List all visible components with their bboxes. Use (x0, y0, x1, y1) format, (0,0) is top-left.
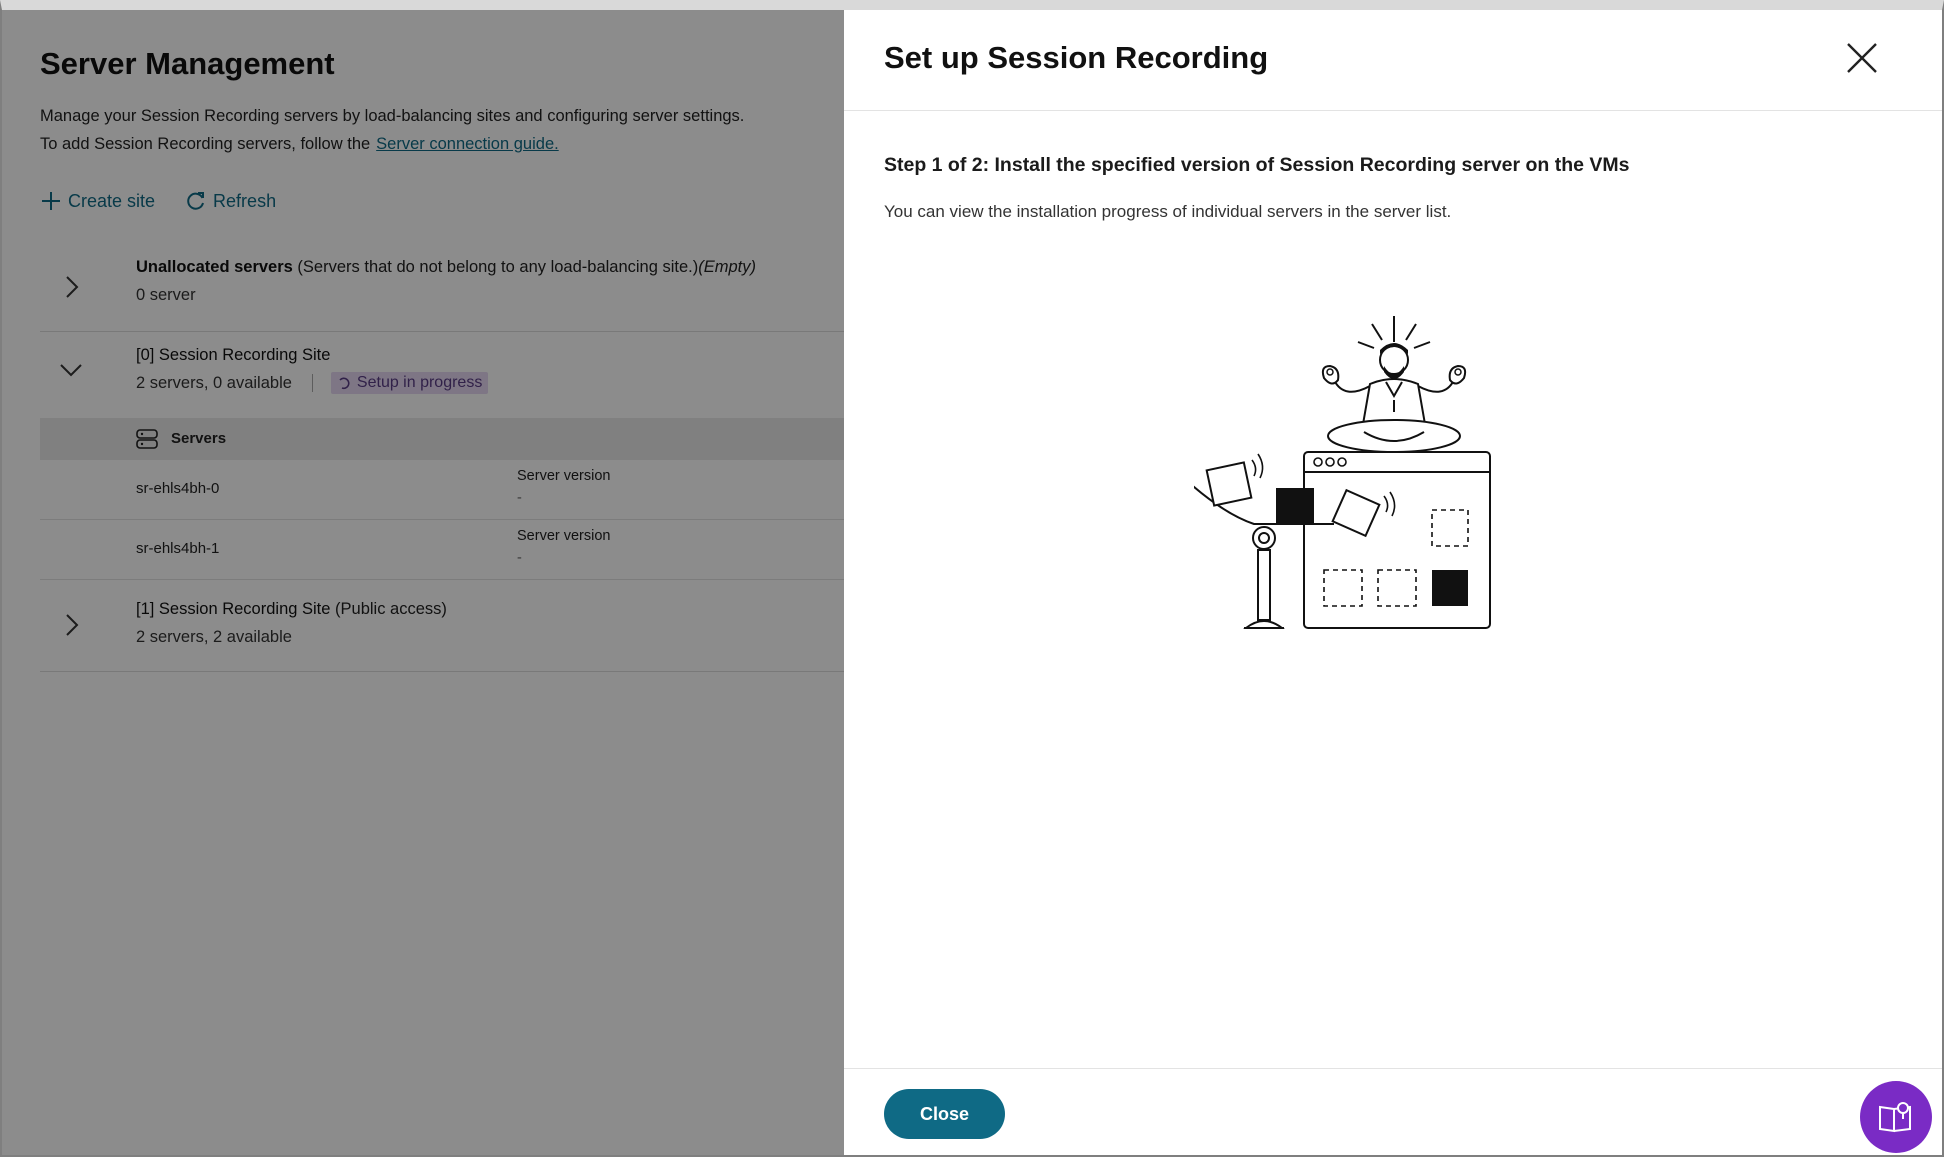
help-book-icon (1879, 1102, 1911, 1133)
panel-footer: Close (844, 1068, 1942, 1155)
meditation-illustration (1194, 316, 1491, 629)
panel-title: Set up Session Recording (884, 40, 1269, 75)
app-window: Server Management Manage your Session Re… (0, 0, 1944, 1157)
close-button[interactable]: Close (884, 1089, 1005, 1139)
panel-header: Set up Session Recording (844, 10, 1942, 111)
close-icon[interactable] (1844, 40, 1880, 76)
modal-backdrop[interactable] (2, 10, 844, 1155)
step-description: You can view the installation progress o… (884, 202, 1452, 221)
setup-session-recording-panel: Set up Session Recording Step 1 of 2: In… (844, 10, 1942, 1155)
server-management-page: Server Management Manage your Session Re… (2, 10, 844, 1155)
step-title: Step 1 of 2: Install the specified versi… (884, 154, 1630, 176)
help-button[interactable] (1860, 1081, 1932, 1153)
